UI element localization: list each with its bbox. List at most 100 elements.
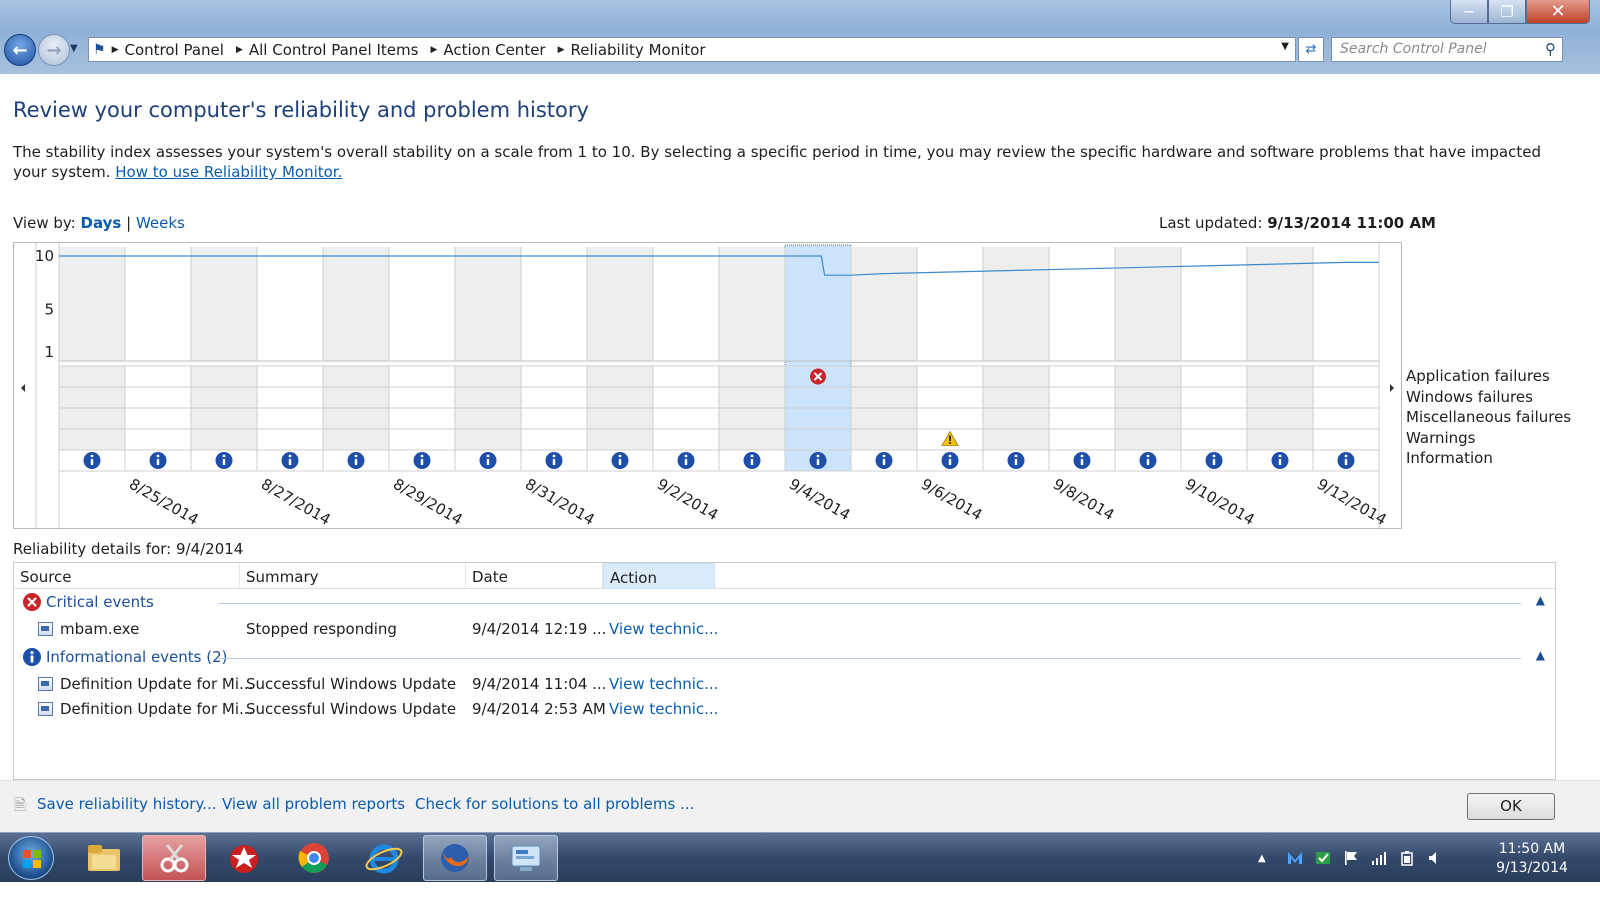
address-bar[interactable]: ⚑ ▶ Control Panel ▶ All Control Panel It…	[88, 37, 1296, 62]
view-days-link[interactable]: Days	[81, 214, 122, 232]
information-icon-dot	[1080, 454, 1084, 458]
maximize-button[interactable]: ❐	[1488, 0, 1526, 24]
table-row[interactable]: Definition Update for Mi... Successful W…	[14, 672, 1555, 697]
view-weeks-link[interactable]: Weeks	[136, 214, 185, 232]
information-icon-mark	[552, 459, 556, 465]
view-technical-details-link[interactable]: View technic...	[609, 675, 718, 693]
collapse-chevron-icon[interactable]: ▲	[1536, 648, 1545, 662]
group-informational[interactable]: Informational events (2)	[22, 647, 228, 667]
start-button[interactable]	[8, 836, 54, 880]
information-icon-dot	[1344, 454, 1348, 458]
back-button[interactable]: ←	[4, 34, 36, 66]
taskbar: ▲ 11:50 AM 9/13/2014	[0, 832, 1600, 882]
how-to-use-link[interactable]: How to use Reliability Monitor.	[115, 163, 342, 181]
col-source[interactable]: Source	[14, 563, 240, 589]
table-row[interactable]: Definition Update for Mi... Successful W…	[14, 697, 1555, 722]
row-summary: Successful Windows Update	[246, 675, 457, 693]
information-icon-mark	[90, 459, 94, 465]
information-icon-dot	[1014, 454, 1018, 458]
ok-button[interactable]: OK	[1467, 793, 1555, 820]
view-problem-reports-link[interactable]: View all problem reports	[222, 795, 405, 813]
security-check-icon[interactable]	[1314, 850, 1332, 866]
last-updated-label: Last updated:	[1159, 214, 1263, 232]
breadcrumb-action-center[interactable]: Action Center	[443, 41, 545, 59]
clock-date: 9/13/2014	[1496, 860, 1568, 876]
information-icon-mark	[750, 459, 754, 465]
x-tick-label: 9/12/2014	[1314, 475, 1390, 529]
control-panel-icon[interactable]	[494, 835, 558, 881]
row-date: 9/4/2014 12:19 ...	[472, 620, 607, 638]
x-tick-label: 8/25/2014	[126, 475, 202, 529]
address-dropdown-icon[interactable]: ▼	[1281, 41, 1289, 52]
selected-day-column	[784, 244, 852, 472]
view-technical-details-link[interactable]: View technic...	[609, 620, 718, 638]
information-icon-dot	[750, 454, 754, 458]
information-icon-dot	[288, 454, 292, 458]
chevron-right-icon[interactable]: ▶	[112, 45, 119, 55]
information-icon-dot	[156, 454, 160, 458]
information-icon-mark	[1080, 459, 1084, 465]
chevron-right-icon[interactable]: ▶	[236, 45, 243, 55]
scroll-right-icon[interactable]	[1390, 384, 1394, 392]
forward-button[interactable]: →	[38, 34, 70, 66]
legend-windows-failures: Windows failures	[1406, 387, 1533, 406]
minimize-button[interactable]: ─	[1450, 0, 1488, 24]
show-hidden-icons[interactable]: ▲	[1258, 853, 1276, 869]
last-updated: Last updated: 9/13/2014 11:00 AM	[1159, 214, 1436, 232]
group-critical[interactable]: Critical events	[22, 592, 154, 612]
col-date[interactable]: Date	[466, 563, 603, 589]
view-technical-details-link[interactable]: View technic...	[609, 700, 718, 718]
reliability-chart[interactable]: 10 5 1 8/25/2014 8/27/2014 8/29/2014 8/31/2014…	[13, 242, 1403, 530]
battery-power-icon[interactable]	[1398, 850, 1416, 866]
windows-explorer-icon[interactable]	[72, 835, 136, 881]
information-icon-mark	[618, 459, 622, 465]
chevron-right-icon[interactable]: ▶	[430, 45, 437, 55]
network-signal-icon[interactable]	[1370, 850, 1388, 866]
index-column-band	[455, 247, 521, 361]
last-updated-value: 9/13/2014 11:00 AM	[1267, 214, 1436, 232]
refresh-button[interactable]: ⇄	[1298, 37, 1324, 62]
breadcrumb-reliability-monitor[interactable]: Reliability Monitor	[571, 41, 706, 59]
details-header: Source Summary Date Action	[14, 563, 1555, 589]
x-tick-label: 8/27/2014	[258, 475, 334, 529]
search-input[interactable]: Search Control Panel ⚲	[1331, 37, 1563, 62]
collapse-chevron-icon[interactable]: ▲	[1536, 593, 1545, 607]
clock[interactable]: 11:50 AM 9/13/2014	[1468, 840, 1596, 878]
information-icon-mark	[420, 459, 424, 465]
info-icon	[23, 648, 41, 666]
close-button[interactable]: ✕	[1526, 0, 1590, 24]
group-informational-label: Informational events (2)	[46, 648, 228, 666]
recent-pages-dropdown[interactable]: ▼	[70, 43, 78, 54]
scroll-left-icon[interactable]	[21, 384, 25, 392]
reliability-chart-svg[interactable]: 10 5 1 8/25/2014 8/27/2014 8/29/2014 8/31/2014…	[14, 243, 1403, 530]
view-separator: |	[126, 214, 132, 232]
check-solutions-link[interactable]: Check for solutions to all problems ...	[415, 795, 694, 813]
details-list[interactable]: Source Summary Date Action Critical even…	[13, 562, 1556, 780]
pokerstars-icon[interactable]	[212, 835, 276, 881]
information-icon-mark	[948, 459, 952, 465]
y-tick-label: 10	[35, 247, 54, 265]
search-icon[interactable]: ⚲	[1545, 40, 1556, 58]
breadcrumb-control-panel[interactable]: Control Panel	[124, 41, 223, 59]
col-summary[interactable]: Summary	[240, 563, 466, 589]
table-row[interactable]: mbam.exe Stopped responding 9/4/2014 12:…	[14, 617, 1555, 642]
volume-icon[interactable]	[1426, 850, 1444, 866]
legend-information: Information	[1406, 449, 1493, 468]
information-icon-mark	[486, 459, 490, 465]
col-action[interactable]: Action	[603, 563, 715, 589]
row-summary: Successful Windows Update	[246, 700, 457, 718]
information-icon-dot	[618, 454, 622, 458]
information-icon-dot	[486, 454, 490, 458]
x-tick-label: 9/6/2014	[918, 475, 985, 524]
firefox-icon[interactable]	[423, 835, 487, 881]
index-column-band	[719, 247, 785, 361]
save-history-link[interactable]: Save reliability history...	[37, 795, 217, 813]
internet-explorer-icon[interactable]	[352, 835, 416, 881]
malwarebytes-icon[interactable]	[1286, 850, 1304, 866]
snipping-tool-icon[interactable]	[142, 835, 206, 881]
chrome-icon[interactable]	[282, 835, 346, 881]
action-center-flag-icon[interactable]	[1342, 850, 1360, 866]
chevron-right-icon[interactable]: ▶	[558, 45, 565, 55]
clock-time: 11:50 AM	[1498, 841, 1566, 857]
breadcrumb-all-items[interactable]: All Control Panel Items	[249, 41, 419, 59]
